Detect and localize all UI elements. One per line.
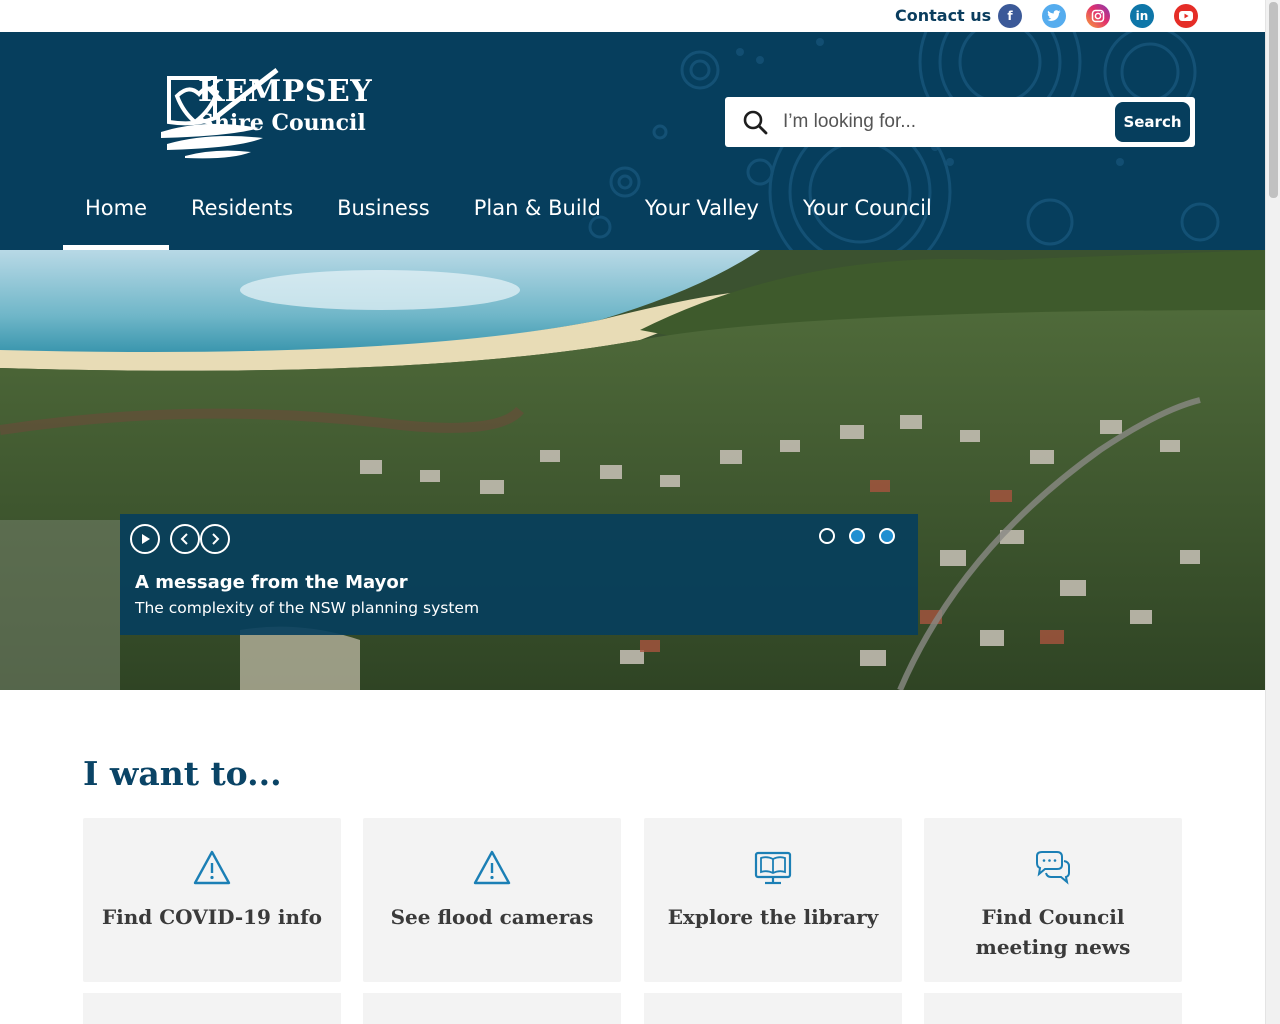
slide-dot-2[interactable] — [849, 528, 865, 544]
warning-icon — [193, 850, 231, 885]
tile-partial[interactable] — [363, 993, 621, 1024]
chevron-left-icon — [180, 533, 188, 545]
tile-council-meeting-news[interactable]: Find Council meeting news — [924, 818, 1182, 982]
tile-partial[interactable] — [924, 993, 1182, 1024]
facebook-icon[interactable]: f — [998, 4, 1022, 28]
chevron-right-icon — [212, 533, 220, 545]
hero-caption-panel: A message from the Mayor The complexity … — [120, 514, 918, 635]
linkedin-icon[interactable]: in — [1130, 4, 1154, 28]
tile-label: See flood cameras — [390, 905, 594, 929]
hero-carousel: A message from the Mayor The complexity … — [0, 250, 1265, 690]
page-scrollbar[interactable] — [1265, 0, 1280, 1024]
nav-item-home[interactable]: Home — [63, 172, 170, 250]
warning-icon — [473, 850, 511, 885]
library-icon — [754, 851, 792, 885]
play-button[interactable] — [130, 524, 160, 554]
youtube-icon[interactable] — [1174, 4, 1198, 28]
logo-wordmark-line2: Shire Council — [198, 110, 366, 136]
hero-slide-title[interactable]: A message from the Mayor — [135, 572, 408, 593]
nav-item-plan-build[interactable]: Plan & Build — [452, 172, 623, 250]
nav-item-residents[interactable]: Residents — [169, 172, 315, 250]
utility-bar: Contact us f in — [0, 0, 1265, 32]
tile-label: Find COVID-19 info — [101, 905, 323, 929]
search-input[interactable] — [783, 107, 1103, 137]
nav-item-your-valley[interactable]: Your Valley — [623, 172, 781, 250]
contact-us-link[interactable]: Contact us — [895, 6, 991, 25]
logo-wordmark-line1: KEMPSEY — [198, 74, 373, 109]
twitter-icon[interactable] — [1042, 4, 1066, 28]
search-icon — [743, 110, 768, 135]
main-nav: Home Residents Business Plan & Build You… — [63, 172, 954, 250]
instagram-icon[interactable] — [1086, 4, 1110, 28]
search-box: Search — [725, 97, 1195, 147]
play-icon — [142, 534, 150, 544]
tile-label: Find Council meeting news — [975, 905, 1131, 959]
site-header: KEMPSEY Shire Council Search Home Reside… — [0, 32, 1265, 250]
tile-partial[interactable] — [83, 993, 341, 1024]
slide-dot-3[interactable] — [879, 528, 895, 544]
tile-covid-info[interactable]: Find COVID-19 info — [83, 818, 341, 982]
tile-flood-cameras[interactable]: See flood cameras — [363, 818, 621, 982]
previous-slide-button[interactable] — [170, 524, 200, 554]
hero-slide-subtitle: The complexity of the NSW planning syste… — [135, 599, 480, 617]
i-want-to-heading: I want to... — [83, 754, 282, 793]
chat-bubbles-icon — [1036, 851, 1070, 885]
tile-explore-library[interactable]: Explore the library — [644, 818, 902, 982]
tile-label: Explore the library — [667, 905, 879, 929]
tile-partial[interactable] — [644, 993, 902, 1024]
nav-item-your-council[interactable]: Your Council — [781, 172, 954, 250]
search-button[interactable]: Search — [1115, 102, 1190, 142]
nav-item-business[interactable]: Business — [315, 172, 452, 250]
scrollbar-thumb[interactable] — [1269, 2, 1278, 198]
slide-dot-1[interactable] — [819, 528, 835, 544]
next-slide-button[interactable] — [200, 524, 230, 554]
